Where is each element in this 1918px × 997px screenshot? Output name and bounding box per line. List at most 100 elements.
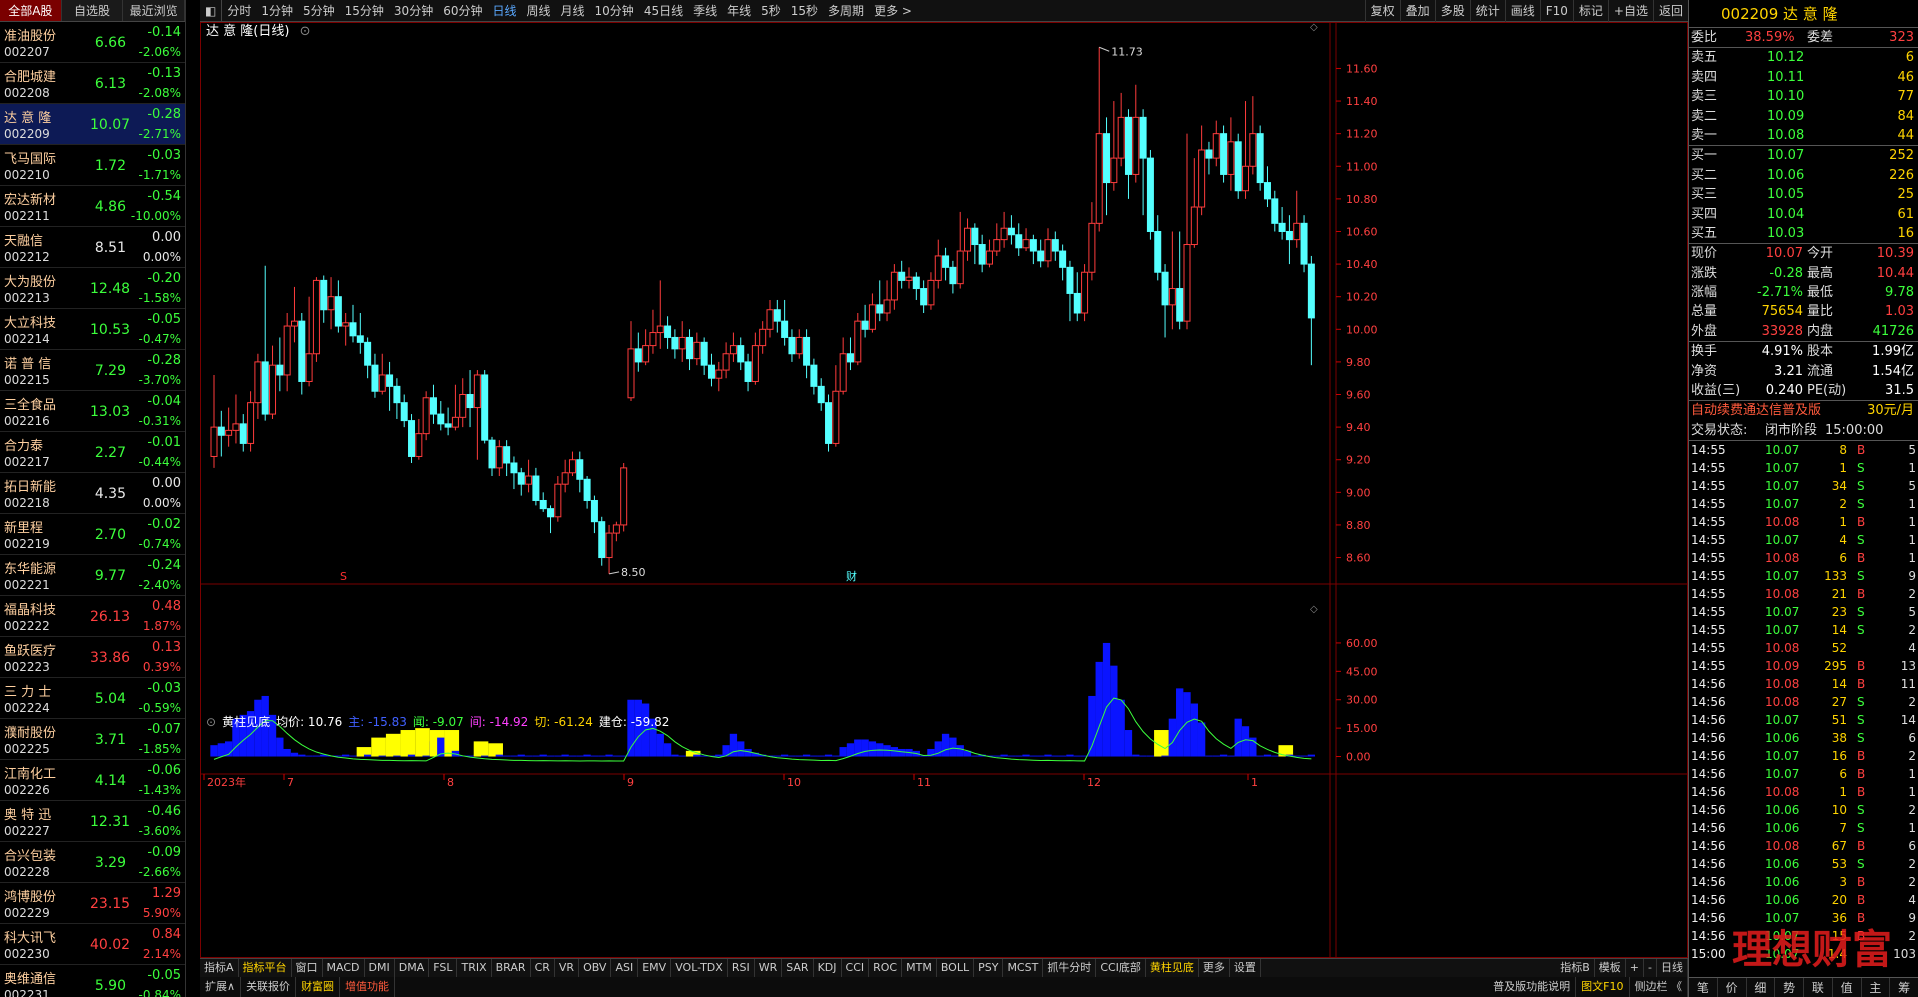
- ind-tab-VOL-TDX[interactable]: VOL-TDX: [671, 959, 728, 977]
- stock-row[interactable]: 奥 特 迅 002227 12.31 -0.46 -3.60%: [0, 801, 185, 842]
- period-周线[interactable]: 周线: [522, 0, 556, 22]
- tool-复权[interactable]: 复权: [1364, 0, 1400, 22]
- stock-row[interactable]: 福晶科技 002222 26.13 0.48 1.87%: [0, 596, 185, 637]
- tool-多股[interactable]: 多股: [1434, 0, 1470, 22]
- period-多周期[interactable]: 多周期: [823, 0, 869, 22]
- period-15秒[interactable]: 15秒: [786, 0, 823, 22]
- stock-row[interactable]: 合力泰 002217 2.27 -0.01 -0.44%: [0, 432, 185, 473]
- ind-tab-窗口[interactable]: 窗口: [292, 959, 323, 977]
- ind-tab-指标A[interactable]: 指标A: [200, 959, 239, 977]
- period-月线[interactable]: 月线: [556, 0, 590, 22]
- ind-tab-日线[interactable]: 日线: [1657, 959, 1688, 977]
- period-1分钟[interactable]: 1分钟: [256, 0, 298, 22]
- stock-row[interactable]: 诺 普 信 002215 7.29 -0.28 -3.70%: [0, 350, 185, 391]
- promo-row[interactable]: 自动续费通达信普及版 30元/月: [1689, 401, 1918, 420]
- ind-tab-抓牛分时[interactable]: 抓牛分时: [1043, 959, 1097, 977]
- period-年线[interactable]: 年线: [722, 0, 756, 22]
- stock-row[interactable]: 新里程 002219 2.70 -0.02 -0.74%: [0, 514, 185, 555]
- stock-row[interactable]: 宏达新材 002211 4.86 -0.54 -10.00%: [0, 186, 185, 227]
- ind-tab-+[interactable]: +: [1626, 959, 1645, 977]
- period-5分钟[interactable]: 5分钟: [298, 0, 340, 22]
- tool-标记[interactable]: 标记: [1572, 0, 1608, 22]
- ind-tab-VR[interactable]: VR: [555, 959, 580, 977]
- quote-tab-主[interactable]: 主: [1862, 978, 1891, 997]
- period-10分钟[interactable]: 10分钟: [590, 0, 639, 22]
- period-更多 >[interactable]: 更多 >: [869, 0, 917, 22]
- func-侧边栏 《[interactable]: 侧边栏 《: [1630, 977, 1688, 997]
- stock-row[interactable]: 三 力 士 002224 5.04 -0.03 -0.59%: [0, 678, 185, 719]
- stock-row[interactable]: 鸿博股份 002229 23.15 1.29 5.90%: [0, 883, 185, 924]
- stock-row[interactable]: 大为股份 002213 12.48 -0.20 -1.58%: [0, 268, 185, 309]
- func-扩展∧[interactable]: 扩展∧: [200, 977, 242, 997]
- stock-row[interactable]: 拓日新能 002218 4.35 0.00 0.00%: [0, 473, 185, 514]
- tool-返回[interactable]: 返回: [1652, 0, 1688, 22]
- ind-tab-TRIX[interactable]: TRIX: [457, 959, 492, 977]
- period-分时[interactable]: 分时: [222, 0, 256, 22]
- tool-画线[interactable]: 画线: [1504, 0, 1540, 22]
- sidebar-toggle-icon[interactable]: ◧: [200, 0, 221, 22]
- period-5秒[interactable]: 5秒: [756, 0, 786, 22]
- ind-tab--[interactable]: -: [1644, 959, 1657, 977]
- stock-row[interactable]: 江南化工 002226 4.14 -0.06 -1.43%: [0, 760, 185, 801]
- stock-row[interactable]: 飞马国际 002210 1.72 -0.03 -1.71%: [0, 145, 185, 186]
- tab-watchlist[interactable]: 自选股: [62, 0, 124, 21]
- tick-list[interactable]: 14:55 10.07 8 B 5 14:55 10.07 1 S 1 14:55 10.07 34 S 5…: [1689, 441, 1918, 963]
- stock-row[interactable]: 濮耐股份 002225 3.71 -0.07 -1.85%: [0, 719, 185, 760]
- ind-tab-EMV[interactable]: EMV: [638, 959, 672, 977]
- quote-tab-势[interactable]: 势: [1775, 978, 1804, 997]
- stock-row[interactable]: 准油股份 002207 6.66 -0.14 -2.06%: [0, 22, 185, 63]
- quote-tab-筹[interactable]: 筹: [1890, 978, 1918, 997]
- tab-all-a-shares[interactable]: 全部A股: [0, 0, 62, 21]
- kline-chart[interactable]: 11.60 11.40 11.20 11.00 10.80 10.60 10.40 10.20…: [200, 22, 1688, 958]
- ind-tab-PSY[interactable]: PSY: [974, 959, 1004, 977]
- ind-tab-FSL[interactable]: FSL: [429, 959, 458, 977]
- ind-tab-BRAR[interactable]: BRAR: [492, 959, 531, 977]
- stock-row[interactable]: 东华能源 002221 9.77 -0.24 -2.40%: [0, 555, 185, 596]
- stock-row[interactable]: 合兴包装 002228 3.29 -0.09 -2.66%: [0, 842, 185, 883]
- func-财富圈[interactable]: 财富圈: [296, 977, 341, 997]
- period-45日线[interactable]: 45日线: [639, 0, 688, 22]
- tab-recent[interactable]: 最近浏览: [123, 0, 186, 21]
- stock-row[interactable]: 奥维通信 002231 5.90 -0.05 -0.84%: [0, 965, 185, 997]
- stock-row[interactable]: 科大讯飞 002230 40.02 0.84 2.14%: [0, 924, 185, 965]
- ind-tab-模板[interactable]: 模板: [1595, 959, 1626, 977]
- period-日线[interactable]: 日线: [487, 0, 521, 22]
- period-季线[interactable]: 季线: [688, 0, 722, 22]
- ind-tab-CR[interactable]: CR: [531, 959, 555, 977]
- ind-tab-MCST[interactable]: MCST: [1003, 959, 1044, 977]
- tool-+自选[interactable]: +自选: [1607, 0, 1653, 22]
- tool-叠加[interactable]: 叠加: [1399, 0, 1435, 22]
- func-增值功能[interactable]: 增值功能: [340, 977, 396, 997]
- ind-tab-MTM[interactable]: MTM: [902, 959, 937, 977]
- ind-tab-CCI[interactable]: CCI: [842, 959, 870, 977]
- stock-row[interactable]: 大立科技 002214 10.53 -0.05 -0.47%: [0, 309, 185, 350]
- quote-tab-值[interactable]: 值: [1833, 978, 1862, 997]
- ind-tab-CCI底部[interactable]: CCI底部: [1096, 959, 1146, 977]
- func-普及版功能说明[interactable]: 普及版功能说明: [1488, 977, 1577, 997]
- ind-tab-DMA[interactable]: DMA: [395, 959, 430, 977]
- indicator-settings-icon[interactable]: ⊙: [206, 713, 216, 731]
- ind-tab-OBV[interactable]: OBV: [579, 959, 612, 977]
- quote-tab-联[interactable]: 联: [1804, 978, 1833, 997]
- ind-tab-黄柱见底[interactable]: 黄柱见底: [1146, 959, 1199, 977]
- quote-tab-笔[interactable]: 笔: [1689, 978, 1718, 997]
- period-60分钟[interactable]: 60分钟: [438, 0, 487, 22]
- chart-settings-icon[interactable]: ⊙: [300, 24, 311, 39]
- stock-row[interactable]: 达 意 隆 002209 10.07 -0.28 -2.71%: [0, 104, 185, 145]
- quote-tab-价[interactable]: 价: [1718, 978, 1747, 997]
- stock-row[interactable]: 三全食品 002216 13.03 -0.04 -0.31%: [0, 391, 185, 432]
- ind-tab-ASI[interactable]: ASI: [611, 959, 639, 977]
- ind-tab-KDJ[interactable]: KDJ: [814, 959, 842, 977]
- ind-tab-BOLL[interactable]: BOLL: [937, 959, 975, 977]
- period-30分钟[interactable]: 30分钟: [389, 0, 438, 22]
- period-15分钟[interactable]: 15分钟: [340, 0, 389, 22]
- stock-row[interactable]: 鱼跃医疗 002223 33.86 0.13 0.39%: [0, 637, 185, 678]
- ind-tab-设置[interactable]: 设置: [1230, 959, 1261, 977]
- func-图文F10[interactable]: 图文F10: [1576, 977, 1630, 997]
- tool-统计[interactable]: 统计: [1469, 0, 1505, 22]
- quote-tab-细[interactable]: 细: [1747, 978, 1776, 997]
- ind-tab-指标平台[interactable]: 指标平台: [239, 959, 292, 977]
- ind-tab-WR[interactable]: WR: [755, 959, 783, 977]
- ind-tab-更多[interactable]: 更多: [1199, 959, 1230, 977]
- ind-tab-指标B[interactable]: 指标B: [1556, 959, 1595, 977]
